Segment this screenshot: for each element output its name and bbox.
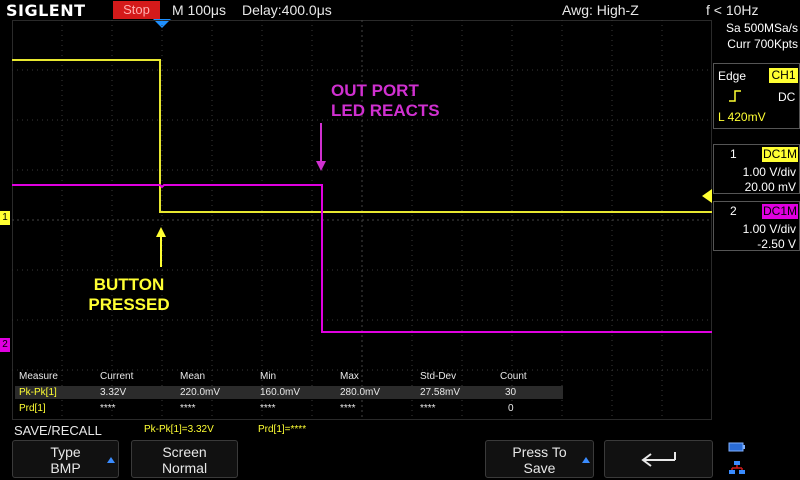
measure-header: Count xyxy=(500,371,527,382)
annotation-button-pressed: BUTTON PRESSED xyxy=(88,275,170,314)
frequency-counter: f < 10Hz xyxy=(706,2,759,18)
back-softkey[interactable] xyxy=(604,440,713,478)
measure-header: Current xyxy=(100,371,134,382)
ch1-ground-marker[interactable]: 1 xyxy=(0,211,10,225)
measure-header: Std-Dev xyxy=(420,371,457,382)
arrow-down-icon xyxy=(316,123,326,171)
memory-depth: Curr 700Kpts xyxy=(727,37,798,51)
ch2-panel[interactable]: 2 DC1M 1.00 V/div -2.50 V xyxy=(713,201,800,251)
timebase-readout[interactable]: M 100μs xyxy=(172,2,226,18)
status-line: SAVE/RECALL Pk-Pk[1]=3.32V Prd[1]=**** xyxy=(0,421,800,439)
table-cell: 30 xyxy=(505,387,517,398)
table-cell: Pk-Pk[1] xyxy=(19,387,57,398)
type-softkey[interactable]: Type BMP xyxy=(12,440,119,478)
press-to-save-softkey[interactable]: Press To Save xyxy=(485,440,594,478)
measure-table[interactable]: Measure Current Mean Min Max Std-Dev Cou… xyxy=(15,369,711,419)
waveform-display[interactable]: OUT PORT LED REACTS BUTTON PRESSED Measu… xyxy=(12,20,712,420)
rising-edge-icon xyxy=(729,90,741,102)
table-cell: 0 xyxy=(508,403,514,414)
table-cell: **** xyxy=(260,403,276,414)
softkey-label: Screen xyxy=(162,444,207,460)
ch2-number: 2 xyxy=(730,204,737,218)
softkey-label: Press To xyxy=(512,444,567,460)
table-cell: **** xyxy=(420,403,436,414)
ch2-offset: -2.50 V xyxy=(757,237,796,251)
table-cell: Prd[1] xyxy=(19,403,46,414)
measure-header: Min xyxy=(260,371,277,382)
ch2-ground-marker[interactable]: 2 xyxy=(0,338,10,352)
table-cell: **** xyxy=(180,403,196,414)
trigger-type: Edge xyxy=(718,69,747,83)
ch1-number: 1 xyxy=(730,147,737,161)
pkpk-readout: Pk-Pk[1]=3.32V xyxy=(144,424,214,435)
trigger-level: L 420mV xyxy=(718,110,766,124)
table-cell: 220.0mV xyxy=(180,387,221,398)
trigger-level-icon[interactable] xyxy=(702,189,712,203)
chevron-up-icon xyxy=(107,457,115,463)
impedance-readout: Awg: High-Z xyxy=(562,2,639,18)
delay-readout[interactable]: Delay:400.0μs xyxy=(242,2,332,18)
ch2-scale: 1.00 V/div xyxy=(742,222,796,236)
table-cell: 160.0mV xyxy=(260,387,301,398)
screen-softkey[interactable]: Screen Normal xyxy=(131,440,238,478)
softkey-label: Type xyxy=(50,444,81,460)
ch2-coupling-badge: DC1M xyxy=(762,204,798,219)
ch1-coupling-badge: DC1M xyxy=(762,147,798,162)
softkey-value: Save xyxy=(523,460,556,476)
softkey-value: BMP xyxy=(50,460,81,476)
run-stop-badge[interactable]: Stop xyxy=(113,1,160,19)
sample-rate: Sa 500MSa/s xyxy=(725,21,798,35)
arrow-up-icon xyxy=(156,227,166,267)
table-cell: **** xyxy=(100,403,116,414)
ch1-offset: 20.00 mV xyxy=(744,180,796,194)
trigger-panel[interactable]: Edge CH1 DC L 420mV xyxy=(713,63,800,129)
ch1-scale: 1.00 V/div xyxy=(742,165,796,179)
trigger-coupling: DC xyxy=(778,90,796,104)
table-cell: 280.0mV xyxy=(340,387,381,398)
brand-logo: SIGLENT xyxy=(6,1,86,20)
chevron-up-icon xyxy=(582,457,590,463)
table-cell: 27.58mV xyxy=(420,387,461,398)
table-cell: **** xyxy=(340,403,356,414)
table-cell: 3.32V xyxy=(100,387,127,398)
measure-header: Max xyxy=(340,371,359,382)
menu-title: SAVE/RECALL xyxy=(14,423,102,438)
prd-readout: Prd[1]=**** xyxy=(258,424,307,435)
signal-traces xyxy=(12,59,712,333)
measure-header: Measure xyxy=(19,371,58,382)
ch1-panel[interactable]: 1 DC1M 1.00 V/div 20.00 mV xyxy=(713,144,800,194)
battery-icon xyxy=(728,442,745,452)
softkey-value: Normal xyxy=(161,460,208,476)
network-icon xyxy=(729,461,745,474)
return-arrow-icon xyxy=(641,452,676,467)
trigger-source-badge: CH1 xyxy=(769,68,798,83)
measure-header: Mean xyxy=(180,371,206,382)
annotation-out-port: OUT PORT LED REACTS xyxy=(331,81,440,120)
top-status-bar: SIGLENT Stop M 100μs Delay:400.0μs Awg: … xyxy=(0,0,800,20)
